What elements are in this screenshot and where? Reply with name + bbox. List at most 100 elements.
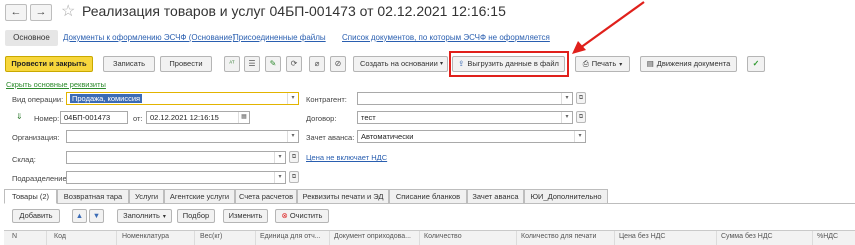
column-divider — [614, 231, 615, 245]
dt-kt-icon[interactable]: ᴬᵀ — [224, 56, 240, 72]
print-button[interactable]: ⎙ Печать ▾ — [575, 56, 630, 72]
annotation-arrow-icon — [572, 1, 645, 54]
vat-price-link[interactable]: Цена не включает НДС — [306, 153, 387, 162]
column-header-vat[interactable]: %НДС — [817, 233, 838, 240]
column-header-nomenclature[interactable]: Номенклатура — [122, 233, 169, 240]
forward-button[interactable]: → — [30, 4, 52, 21]
column-header-sum[interactable]: Сумма без НДС — [721, 233, 773, 240]
tab-settlement-accounts[interactable]: Счета расчетов — [235, 189, 297, 204]
link-no-esf-documents[interactable]: Список документов, по которым ЭСЧФ не оф… — [342, 33, 550, 42]
dropdown-caret-icon: ▾ — [619, 62, 623, 68]
hide-details-link[interactable]: Скрыть основные реквизиты — [6, 80, 106, 89]
column-header-print-quantity[interactable]: Количество для печати — [521, 233, 596, 240]
warehouse-label: Склад: — [12, 155, 36, 164]
column-header-weight[interactable]: Вес(кг) — [200, 233, 222, 240]
post-and-close-button[interactable]: Провести и закрыть — [5, 56, 93, 72]
printer-icon: ⎙ — [582, 59, 589, 68]
tab-additional[interactable]: ЮИ_Дополнительно — [524, 189, 608, 204]
print-label: Печать — [591, 59, 617, 68]
number-settings-icon[interactable]: ⇓ — [16, 112, 23, 121]
column-header-unit[interactable]: Единица для отч... — [260, 233, 321, 240]
division-label: Подразделение: — [12, 174, 69, 183]
create-based-on-label: Создать на основании — [360, 59, 438, 68]
counterparty-select[interactable]: ▾ — [357, 92, 573, 105]
column-header-n[interactable]: N — [12, 233, 17, 240]
document-movements-button[interactable]: ▤ Движения документа — [640, 56, 737, 72]
column-divider — [329, 231, 330, 245]
document-list-icon[interactable]: ☰ — [244, 56, 260, 72]
advance-value: Автоматически — [361, 132, 414, 141]
tab-print-details[interactable]: Реквизиты печати и ЭД — [297, 189, 389, 204]
column-header-receipt-doc[interactable]: Документ оприходова... — [334, 233, 411, 240]
favorite-star-icon[interactable]: ☆ — [61, 1, 75, 21]
table-header: N Код Номенклатура Вес(кг) Единица для о… — [4, 230, 855, 245]
clear-icon: ⊗ — [281, 211, 288, 220]
fill-button[interactable]: Заполнить ▾ — [117, 209, 172, 223]
dropdown-caret-icon: ▾ — [287, 131, 298, 142]
refresh-icon[interactable]: ⟳ — [286, 56, 302, 72]
move-up-icon[interactable]: ▲ — [72, 209, 87, 223]
open-link-icon[interactable]: ⧉ — [576, 92, 586, 104]
open-link-icon[interactable]: ⧉ — [576, 111, 586, 123]
dropdown-caret-icon: ▾ — [561, 93, 572, 104]
number-label: Номер: — [34, 114, 60, 123]
dropdown-caret-icon: ▾ — [162, 214, 166, 220]
number-field[interactable]: 04БП-001473 — [60, 111, 128, 124]
column-divider — [716, 231, 717, 245]
organization-select[interactable]: ▾ — [66, 130, 299, 143]
organization-label: Организация: — [12, 133, 60, 142]
contract-value: тест — [361, 113, 376, 122]
column-divider — [116, 231, 117, 245]
dropdown-caret-icon: ▾ — [274, 172, 285, 183]
tab-blank-writeoff[interactable]: Списание бланков — [389, 189, 467, 204]
add-row-button[interactable]: Добавить — [12, 209, 60, 223]
tab-agent-services[interactable]: Агентские услуги — [164, 189, 235, 204]
date-value: 02.12.2021 12:16:15 — [150, 113, 219, 122]
date-field[interactable]: 02.12.2021 12:16:15 ▦ — [146, 111, 250, 124]
pen-icon[interactable]: ✎ — [265, 56, 281, 72]
link-esf-documents[interactable]: Документы к оформлению ЭСЧФ (Основание) — [63, 33, 235, 42]
warehouse-select[interactable]: ▾ — [66, 151, 286, 164]
contract-select[interactable]: тест ▾ — [357, 111, 573, 124]
tab-goods[interactable]: Товары (2) — [4, 189, 57, 204]
operation-select[interactable]: Продажа, комиссия ▾ — [66, 92, 299, 105]
clear-label: Очистить — [289, 211, 323, 220]
page-title: Реализация товаров и услуг 04БП-001473 о… — [82, 3, 506, 19]
document-movements-label: Движения документа — [656, 59, 731, 68]
open-link-icon[interactable]: ⧉ — [289, 171, 299, 183]
move-down-icon[interactable]: ▼ — [89, 209, 104, 223]
column-header-code[interactable]: Код — [54, 233, 66, 240]
link-attached-files[interactable]: Присоединенные файлы — [233, 33, 326, 42]
pick-button[interactable]: Подбор — [177, 209, 215, 223]
dropdown-caret-icon: ▾ — [287, 93, 298, 104]
column-divider — [419, 231, 420, 245]
highlight-box — [449, 51, 569, 77]
attach-icon[interactable]: ⌀ — [309, 56, 325, 72]
operation-label: Вид операции: — [12, 95, 64, 104]
column-header-quantity[interactable]: Количество — [424, 233, 462, 240]
link-icon[interactable]: ⊘ — [330, 56, 346, 72]
save-button[interactable]: Записать — [103, 56, 155, 72]
open-link-icon[interactable]: ⧉ — [289, 151, 299, 163]
back-button[interactable]: ← — [5, 4, 27, 21]
change-button[interactable]: Изменить — [223, 209, 268, 223]
advance-label: Зачет аванса: — [306, 133, 355, 142]
clear-button[interactable]: ⊗ Очистить — [275, 209, 329, 223]
tab-advance-offset[interactable]: Зачет аванса — [467, 189, 524, 204]
dropdown-caret-icon: ▾ — [561, 112, 572, 123]
column-header-price[interactable]: Цена без НДС — [619, 233, 665, 240]
arrow-left-icon: ← — [10, 6, 22, 18]
calendar-icon[interactable]: ▦ — [238, 112, 249, 123]
tab-main[interactable]: Основное — [5, 30, 58, 46]
checkmark-icon[interactable]: ✓ — [747, 56, 765, 72]
column-divider — [46, 231, 47, 245]
operation-value: Продажа, комиссия — [70, 94, 143, 103]
create-based-on-button[interactable]: Создать на основании ▾ — [353, 56, 448, 72]
advance-select[interactable]: Автоматически ▾ — [357, 130, 586, 143]
division-select[interactable]: ▾ — [66, 171, 286, 184]
tab-services[interactable]: Услуги — [129, 189, 164, 204]
column-divider — [516, 231, 517, 245]
post-button[interactable]: Провести — [160, 56, 212, 72]
arrow-right-icon: → — [35, 6, 47, 18]
tab-returnable-packaging[interactable]: Возвратная тара — [57, 189, 129, 204]
